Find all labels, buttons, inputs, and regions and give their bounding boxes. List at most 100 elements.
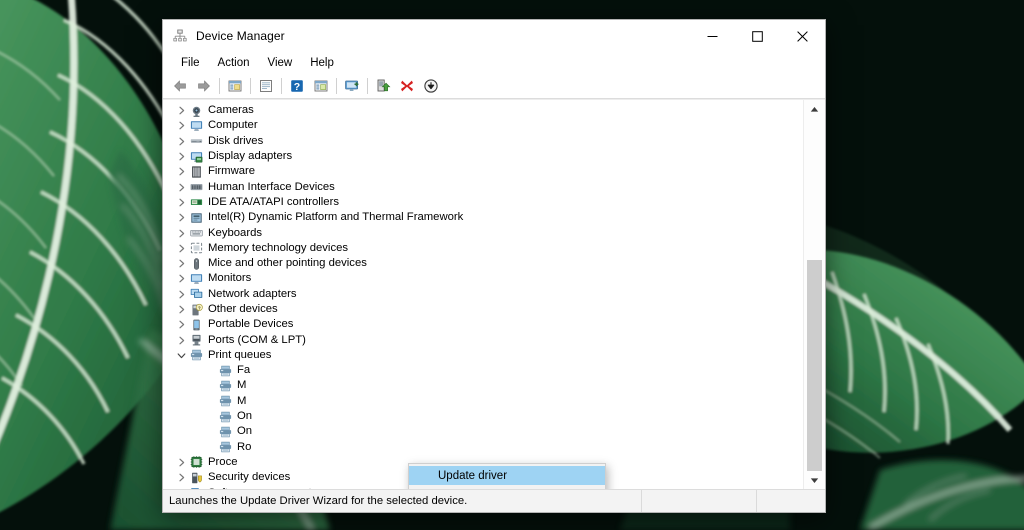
back-icon[interactable]: [168, 75, 192, 97]
scan-hardware-changes-icon[interactable]: [340, 75, 364, 97]
properties-icon[interactable]: [254, 75, 278, 97]
tree-item[interactable]: Keyboards: [163, 225, 804, 240]
tree-item[interactable]: Memory technology devices: [163, 241, 804, 256]
scroll-down-button[interactable]: [804, 471, 825, 489]
firmware-icon: [188, 165, 204, 179]
expander-collapsed-icon[interactable]: [174, 213, 188, 222]
printer-icon: [217, 364, 233, 378]
toolbar-separator: [219, 78, 220, 94]
menu-item-help[interactable]: Help: [301, 55, 343, 71]
tree-item[interactable]: On: [163, 424, 804, 439]
forward-icon[interactable]: [192, 75, 216, 97]
tree-item[interactable]: Computer: [163, 118, 804, 133]
expander-collapsed-icon[interactable]: [174, 274, 188, 283]
expander-collapsed-icon[interactable]: [174, 473, 188, 482]
expander-collapsed-icon[interactable]: [174, 106, 188, 115]
close-button[interactable]: [780, 20, 825, 52]
tree-item-label: Ports (COM & LPT): [208, 333, 306, 346]
printer-icon: [217, 440, 233, 454]
view-details-icon[interactable]: [309, 75, 333, 97]
tree-item[interactable]: Network adapters: [163, 287, 804, 302]
status-divider: [641, 490, 642, 512]
tree-item[interactable]: IDE ATA/ATAPI controllers: [163, 195, 804, 210]
tree-item-label: Security devices: [208, 471, 291, 484]
expander-collapsed-icon[interactable]: [174, 244, 188, 253]
device-manager-icon: [172, 28, 188, 44]
window-controls: [690, 20, 825, 52]
disable-device-icon[interactable]: [419, 75, 443, 97]
port-icon: [188, 333, 204, 347]
context-menu[interactable]: Update driverDisable deviceUninstall dev…: [408, 463, 606, 489]
context-menu-item[interactable]: Update driver: [409, 466, 605, 485]
tree-item[interactable]: Ro: [163, 440, 804, 455]
camera-icon: [188, 104, 204, 118]
expander-collapsed-icon[interactable]: [174, 320, 188, 329]
tree-item[interactable]: M: [163, 378, 804, 393]
expander-collapsed-icon[interactable]: [174, 305, 188, 314]
maximize-button[interactable]: [735, 20, 780, 52]
tree-item-label: M: [237, 379, 247, 392]
expander-collapsed-icon[interactable]: [174, 121, 188, 130]
show-hidden-devices-icon[interactable]: [223, 75, 247, 97]
title-bar[interactable]: Device Manager: [163, 20, 825, 52]
expander-collapsed-icon[interactable]: [174, 137, 188, 146]
uninstall-device-icon[interactable]: [395, 75, 419, 97]
svg-text:?: ?: [294, 81, 300, 93]
expander-collapsed-icon[interactable]: [174, 198, 188, 207]
monitor-icon: [188, 272, 204, 286]
expander-collapsed-icon[interactable]: [174, 259, 188, 268]
tree-item[interactable]: Human Interface Devices: [163, 179, 804, 194]
tree-item[interactable]: M: [163, 394, 804, 409]
expander-collapsed-icon[interactable]: [174, 458, 188, 467]
memory-icon: [188, 241, 204, 255]
tree-item[interactable]: Fa: [163, 363, 804, 378]
software-component-icon: [188, 486, 204, 489]
tree-item[interactable]: Portable Devices: [163, 317, 804, 332]
scrollbar-thumb[interactable]: [807, 260, 822, 489]
menu-item-file[interactable]: File: [172, 55, 209, 71]
expander-collapsed-icon[interactable]: [174, 336, 188, 345]
tree-item[interactable]: Disk drives: [163, 134, 804, 149]
tree-item[interactable]: Display adapters: [163, 149, 804, 164]
printer-icon: [217, 410, 233, 424]
minimize-button[interactable]: [690, 20, 735, 52]
scroll-up-button[interactable]: [804, 100, 825, 118]
device-manager-window: Device Manager File Action View Help ? C…: [162, 19, 826, 513]
tree-item[interactable]: Firmware: [163, 164, 804, 179]
ide-controller-icon: [188, 195, 204, 209]
printer-icon: [188, 348, 204, 362]
tree-item[interactable]: On: [163, 409, 804, 424]
toolbar-separator: [336, 78, 337, 94]
tree-item[interactable]: Ports (COM & LPT): [163, 332, 804, 347]
help-icon[interactable]: ?: [285, 75, 309, 97]
printer-icon: [217, 425, 233, 439]
expander-collapsed-icon[interactable]: [174, 290, 188, 299]
tree-item-label: Print queues: [208, 348, 272, 361]
vertical-scrollbar[interactable]: [803, 100, 825, 489]
menu-item-view[interactable]: View: [259, 55, 302, 71]
update-driver-icon[interactable]: [371, 75, 395, 97]
tree-item[interactable]: ? Other devices: [163, 302, 804, 317]
tree-item-label: M: [237, 394, 247, 407]
expander-collapsed-icon[interactable]: [174, 183, 188, 192]
expander-collapsed-icon[interactable]: [174, 229, 188, 238]
tree-item[interactable]: Print queues: [163, 348, 804, 363]
tree-item-label: Display adapters: [208, 150, 293, 163]
tree-item[interactable]: Mice and other pointing devices: [163, 256, 804, 271]
keyboard-icon: [188, 226, 204, 240]
expander-collapsed-icon[interactable]: [174, 167, 188, 176]
tree-item[interactable]: Monitors: [163, 271, 804, 286]
context-menu-item[interactable]: Disable device: [409, 485, 605, 490]
expander-expanded-icon[interactable]: [174, 351, 188, 360]
tree-item-label: Firmware: [208, 165, 256, 178]
expander-collapsed-icon[interactable]: [174, 152, 188, 161]
menu-item-action[interactable]: Action: [209, 55, 259, 71]
device-tree[interactable]: Cameras Computer Disk drives Display adapte…: [163, 100, 804, 489]
toolbar: ?: [163, 74, 825, 99]
printer-icon: [217, 379, 233, 393]
tree-item[interactable]: Intel(R) Dynamic Platform and Thermal Fr…: [163, 210, 804, 225]
security-device-icon: [188, 471, 204, 485]
tree-item[interactable]: Cameras: [163, 103, 804, 118]
device-tree-pane: Cameras Computer Disk drives Display adapte…: [163, 99, 825, 489]
tree-item-label: Portable Devices: [208, 318, 294, 331]
